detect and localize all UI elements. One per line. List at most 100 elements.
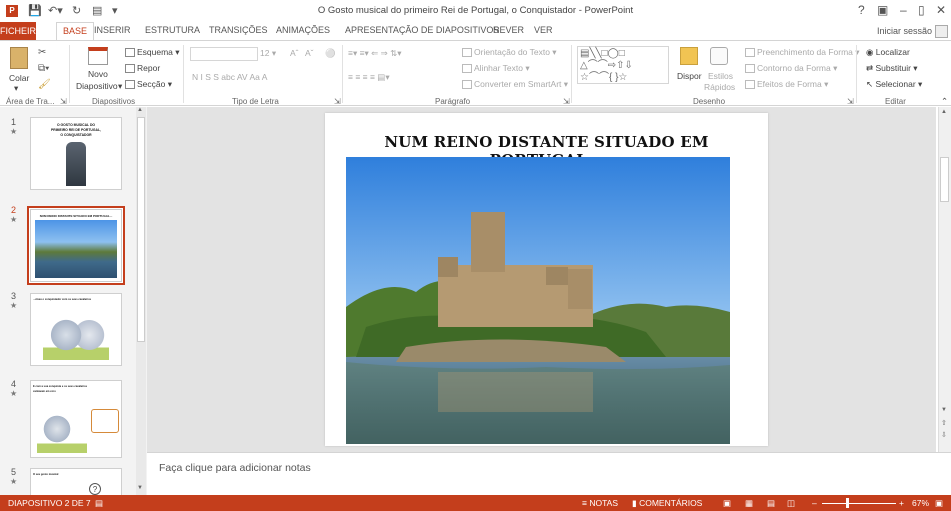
scrollbar-thumb[interactable] xyxy=(940,157,949,202)
shape-outline-button[interactable]: Contorno da Forma ▾ xyxy=(745,63,837,74)
drawing-launcher-icon[interactable]: ⇲ xyxy=(847,97,854,106)
quick-styles-button[interactable]: Estilos xyxy=(708,71,733,81)
fit-to-window-icon[interactable]: ▣ xyxy=(935,498,943,509)
restore-icon[interactable]: ▯ xyxy=(918,3,925,17)
notes-label: NOTAS xyxy=(589,498,618,508)
slide-thumbnail-5[interactable]: O seu gosto musical ? xyxy=(30,468,122,495)
select-icon: ↖ xyxy=(866,79,874,89)
shape-fill-button[interactable]: Preenchimento da Forma ▾ xyxy=(745,47,860,58)
help-button[interactable]: ? xyxy=(858,3,865,17)
bullets-icon[interactable]: ≡▾ ≡▾ ⇐ ⇒ ⇅▾ xyxy=(348,48,402,59)
section-button[interactable]: Secção ▾ xyxy=(125,79,172,90)
thumbnail-scrollbar[interactable]: ▲ ▼ xyxy=(136,107,146,495)
tab-animations[interactable]: ANIMAÇÕES xyxy=(276,25,330,35)
grow-font-icon[interactable]: Aˆ xyxy=(290,48,299,58)
font-launcher-icon[interactable]: ⇲ xyxy=(334,97,341,106)
format-painter-icon[interactable]: 🖌 xyxy=(38,79,51,90)
next-slide-icon[interactable]: ⇩ xyxy=(941,431,947,439)
new-slide-arrow-icon[interactable]: ▾ xyxy=(118,81,122,92)
slide-thumbnail-2[interactable]: NUM REINO DISTANTE SITUADO EM PORTUGAL..… xyxy=(27,206,125,285)
tab-design[interactable]: ESTRUTURA xyxy=(145,25,200,35)
paste-dropdown-icon[interactable]: ▾ xyxy=(14,83,18,94)
copy-icon[interactable]: ⧉▾ xyxy=(38,63,49,74)
font-name-input[interactable] xyxy=(190,47,258,61)
scroll-up-icon[interactable]: ▲ xyxy=(137,107,143,113)
select-button[interactable]: ↖ Selecionar ▾ xyxy=(866,79,922,90)
tab-review[interactable]: REVER xyxy=(493,25,524,35)
zoom-slider[interactable] xyxy=(822,503,896,504)
slide-thumbnail-3[interactable]: ...viveu o conquistador com os seus cava… xyxy=(30,293,122,366)
tab-transitions[interactable]: TRANSIÇÕES xyxy=(209,25,268,35)
tab-view[interactable]: VER xyxy=(534,25,553,35)
arrange-button[interactable]: Dispor xyxy=(677,71,702,81)
collapse-ribbon-icon[interactable]: ⌃ xyxy=(941,96,948,107)
slide-number: 1 xyxy=(11,117,17,127)
shape-effects-button[interactable]: Efeitos de Forma ▾ xyxy=(745,79,828,90)
minimize-icon[interactable]: – xyxy=(900,3,907,17)
clipboard-launcher-icon[interactable]: ⇲ xyxy=(60,97,67,106)
zoom-out-icon[interactable]: – xyxy=(812,498,817,508)
font-format-row[interactable]: N I S S abc AV Aa A xyxy=(192,72,267,82)
tab-file[interactable]: FICHEIRO xyxy=(0,22,43,40)
knights-cartoon-image xyxy=(43,310,109,360)
prev-slide-icon[interactable]: ⇧ xyxy=(941,419,947,427)
ribbon-display-icon[interactable]: ▣ xyxy=(877,3,888,17)
slide-canvas[interactable]: NUM REINO DISTANTE SITUADO EM PORTUGAL..… xyxy=(325,113,768,446)
tab-home[interactable]: BASE xyxy=(56,22,95,41)
zoom-level[interactable]: 67% xyxy=(912,498,929,508)
paste-button[interactable]: Colar xyxy=(9,73,29,83)
layout-button[interactable]: Esquema ▾ xyxy=(125,47,180,58)
quick-styles-icon[interactable] xyxy=(710,47,728,65)
clipboard-group-label: Área de Tra... xyxy=(6,97,55,106)
reset-button[interactable]: Repor xyxy=(125,63,160,74)
clear-format-icon[interactable]: ⚪ xyxy=(325,48,336,59)
new-slide-icon[interactable] xyxy=(88,47,108,65)
paragraph-launcher-icon[interactable]: ⇲ xyxy=(563,97,570,106)
new-slide-button[interactable]: Novo xyxy=(88,69,108,79)
arrange-icon[interactable] xyxy=(680,47,698,65)
editing-group-label: Editar xyxy=(885,97,906,106)
comments-toggle-button[interactable]: ▮ COMENTÁRIOS xyxy=(632,498,702,509)
editor-scrollbar[interactable]: ▲ ▼ ⇧ ⇩ xyxy=(938,107,951,452)
new-slide-dropdown[interactable]: Diapositivo xyxy=(76,81,118,91)
smartart-button[interactable]: Converter em SmartArt ▾ xyxy=(462,79,568,90)
align-text-button[interactable]: Alinhar Texto ▾ xyxy=(462,63,530,74)
quick-styles-button-2[interactable]: Rápidos xyxy=(704,82,735,92)
paste-icon[interactable] xyxy=(10,47,28,69)
spellcheck-icon[interactable]: ▤ xyxy=(95,498,103,509)
zoom-slider-thumb[interactable] xyxy=(846,498,849,508)
notes-toggle-button[interactable]: ≡ NOTAS xyxy=(582,498,618,508)
align-icons[interactable]: ≡ ≡ ≡ ≡ ▤▾ xyxy=(348,72,390,83)
notes-placeholder[interactable]: Faça clique para adicionar notas xyxy=(159,462,311,474)
replace-button[interactable]: ⇄ Substituir ▾ xyxy=(866,63,918,74)
cut-icon[interactable]: ✂ xyxy=(38,47,46,58)
slide-thumbnail-4[interactable]: E com a sua conquista e os seus cavaleir… xyxy=(30,380,122,458)
shapes-gallery[interactable]: ▤╲╲□◯□ △⌒⌒⇨⇧⇩ ☆⌒⌒{ }☆ xyxy=(577,46,669,84)
scroll-up-icon[interactable]: ▲ xyxy=(941,109,947,115)
castle-photo[interactable] xyxy=(346,157,730,444)
slide-sorter-icon[interactable]: ▦ xyxy=(745,498,753,509)
notes-icon: ≡ xyxy=(582,498,587,508)
scrollbar-thumb[interactable] xyxy=(137,117,145,342)
tab-insert[interactable]: INSERIR xyxy=(94,25,131,35)
sign-in-link[interactable]: Iniciar sessão xyxy=(877,26,932,36)
scroll-down-icon[interactable]: ▼ xyxy=(137,485,143,491)
notes-pane[interactable]: Faça clique para adicionar notas xyxy=(147,452,951,495)
thumb-caption: PRIMEIRO REI DE PORTUGAL, xyxy=(51,128,101,132)
close-icon[interactable]: ✕ xyxy=(936,3,946,17)
reading-view-icon[interactable]: ▤ xyxy=(767,498,775,509)
slideshow-view-icon[interactable]: ◫ xyxy=(787,498,795,509)
slide-thumbnail-1[interactable]: O GOSTO MUSICAL DO PRIMEIRO REI DE PORTU… xyxy=(30,117,122,190)
tab-slideshow[interactable]: APRESENTAÇÃO DE DIAPOSITIVOS xyxy=(345,25,499,35)
font-size-input[interactable]: 12 ▾ xyxy=(260,48,276,59)
scroll-down-icon[interactable]: ▼ xyxy=(941,407,947,413)
shrink-font-icon[interactable]: Aˇ xyxy=(305,48,314,58)
avatar[interactable] xyxy=(935,25,948,38)
normal-view-icon[interactable]: ▣ xyxy=(723,498,731,509)
text-direction-button[interactable]: Orientação do Texto ▾ xyxy=(462,47,557,58)
slide-number: 5 xyxy=(11,467,17,477)
text-direction-label: Orientação do Texto xyxy=(474,47,550,57)
zoom-in-icon[interactable]: + xyxy=(899,498,904,508)
font-group-label: Tipo de Letra xyxy=(232,97,279,106)
find-button[interactable]: ◉ Localizar xyxy=(866,47,910,58)
